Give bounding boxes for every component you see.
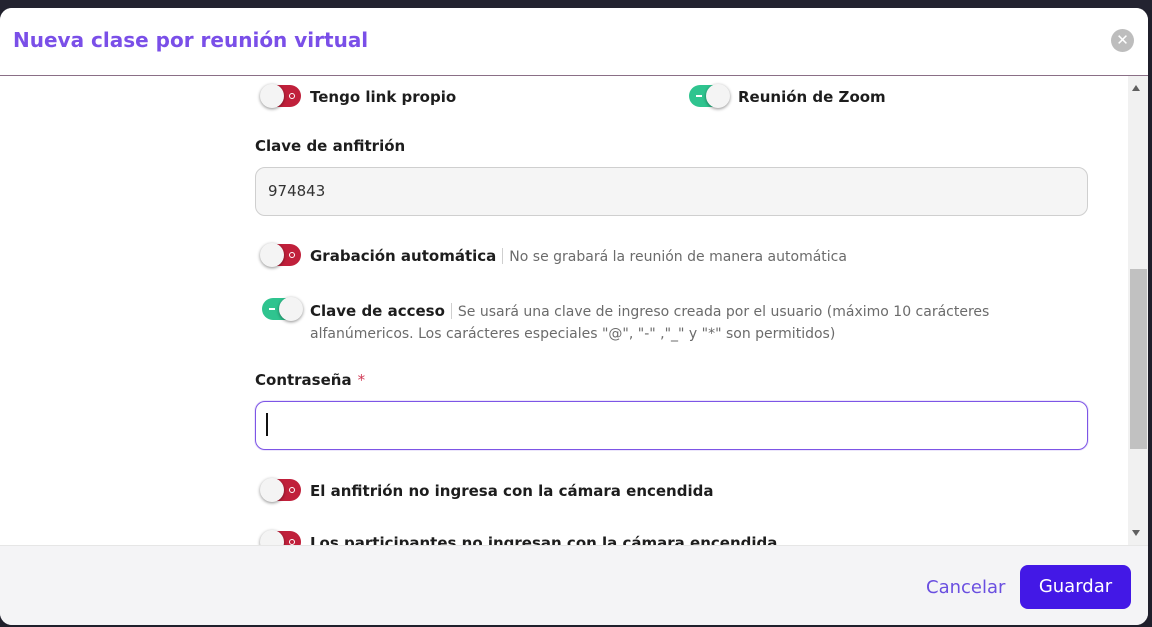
dialog-header: Nueva clase por reunión virtual ✕ <box>0 8 1148 76</box>
save-button[interactable]: Guardar <box>1020 565 1131 609</box>
scrollbar-thumb[interactable] <box>1130 269 1147 449</box>
auto-record-toggle[interactable] <box>260 243 301 267</box>
access-key-hint-line1: Se usará una clave de ingreso creada por… <box>457 304 990 320</box>
toggle-off-icon <box>289 252 295 258</box>
auto-record-row: Grabación automática No se grabará la reu… <box>310 247 847 265</box>
divider <box>450 303 452 319</box>
toggle-knob <box>260 530 284 545</box>
toggle-knob <box>260 478 284 502</box>
host-key-field[interactable]: 974843 <box>255 167 1088 216</box>
host-camera-toggle[interactable] <box>260 478 301 502</box>
divider <box>502 248 504 264</box>
access-key-row: Clave de acceso Se usará una clave de ing… <box>310 300 1030 345</box>
toggle-knob <box>706 84 730 108</box>
required-mark: * <box>357 371 366 389</box>
password-input[interactable] <box>255 401 1088 450</box>
toggle-knob <box>260 84 284 108</box>
password-label: Contraseña <box>255 371 352 389</box>
zoom-meeting-label: Reunión de Zoom <box>738 88 886 106</box>
participants-camera-toggle[interactable] <box>260 530 301 545</box>
cancel-button[interactable]: Cancelar <box>926 577 1005 598</box>
dialog-footer: Cancelar Guardar <box>0 545 1148 625</box>
host-camera-label: El anfitrión no ingresa con la cámara en… <box>310 482 714 500</box>
own-link-label: Tengo link propio <box>310 88 457 106</box>
toggle-on-icon <box>696 95 702 97</box>
access-key-toggle[interactable] <box>262 297 303 321</box>
participants-camera-label: Los participantes no ingresan con la cám… <box>310 534 778 545</box>
toggle-off-icon <box>289 93 295 99</box>
toggle-on-icon <box>269 308 275 310</box>
toggle-knob <box>260 243 284 267</box>
toggle-knob <box>279 297 303 321</box>
auto-record-label: Grabación automática <box>310 247 497 265</box>
password-label-row: Contraseña * <box>255 371 365 389</box>
dialog-scrollbar[interactable] <box>1128 76 1148 545</box>
zoom-meeting-toggle[interactable] <box>689 84 730 108</box>
auto-record-hint: No se grabará la reunión de manera autom… <box>509 249 847 265</box>
close-icon: ✕ <box>1116 31 1129 49</box>
new-virtual-class-dialog: Nueva clase por reunión virtual ✕ Tengo … <box>0 8 1148 625</box>
host-key-label: Clave de anfitrión <box>255 137 406 155</box>
scroll-down-arrow-icon[interactable] <box>1132 530 1140 536</box>
scroll-up-arrow-icon[interactable] <box>1132 85 1140 91</box>
toggle-off-icon <box>289 487 295 493</box>
access-key-label: Clave de acceso <box>310 302 445 320</box>
close-button[interactable]: ✕ <box>1111 29 1134 52</box>
dialog-title: Nueva clase por reunión virtual <box>13 28 369 52</box>
own-link-toggle[interactable] <box>260 84 301 108</box>
access-key-hint-line2: alfanúmericos. Los carácteres especiales… <box>310 326 836 342</box>
dialog-body[interactable]: Tengo link propio Reunión de Zoom Clave … <box>0 76 1148 545</box>
